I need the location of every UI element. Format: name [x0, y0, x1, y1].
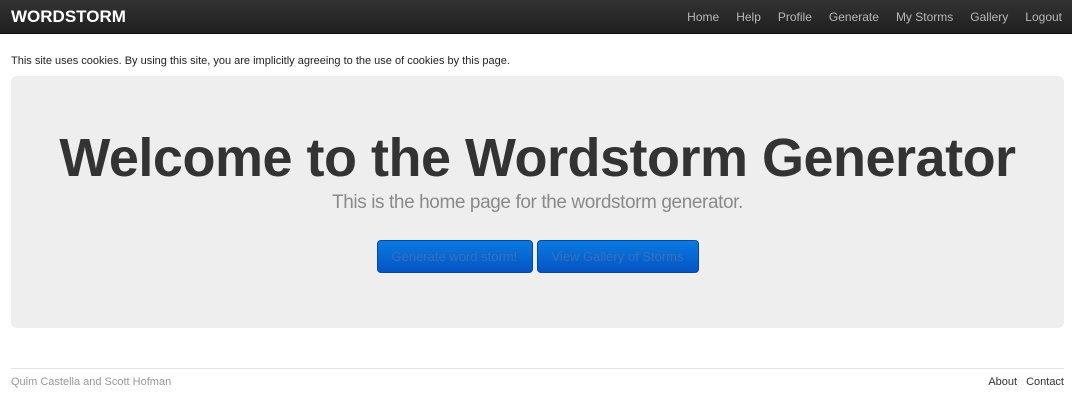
nav-generate[interactable]: Generate — [829, 0, 879, 34]
page-title: Welcome to the Wordstorm Generator — [59, 128, 1016, 188]
footer-divider — [11, 368, 1064, 369]
view-gallery-button[interactable]: View Gallery of Storms — [536, 240, 699, 273]
hero-panel: Welcome to the Wordstorm Generator This … — [11, 76, 1064, 328]
nav-profile[interactable]: Profile — [778, 0, 812, 34]
page-subtitle: This is the home page for the wordstorm … — [332, 192, 743, 213]
cookie-notice: This site uses cookies. By using this si… — [11, 55, 510, 67]
hero-button-row: Generate word storm! View Gallery of Sto… — [11, 240, 1064, 273]
footer-credit: Quim Castella and Scott Hofman — [11, 376, 172, 388]
brand-logo[interactable]: WORDSTORM — [11, 7, 126, 27]
nav-gallery[interactable]: Gallery — [970, 0, 1008, 34]
footer-links: About Contact — [979, 375, 1064, 389]
generate-word-storm-button[interactable]: Generate word storm! — [376, 240, 533, 273]
nav-help[interactable]: Help — [736, 0, 761, 34]
nav-links: Home Help Profile Generate My Storms Gal… — [670, 0, 1062, 34]
footer-contact-link[interactable]: Contact — [1026, 375, 1064, 389]
nav-my-storms[interactable]: My Storms — [896, 0, 953, 34]
nav-logout[interactable]: Logout — [1025, 0, 1062, 34]
nav-home[interactable]: Home — [687, 0, 719, 34]
footer-about-link[interactable]: About — [988, 375, 1017, 389]
top-navbar: WORDSTORM Home Help Profile Generate My … — [0, 0, 1072, 34]
